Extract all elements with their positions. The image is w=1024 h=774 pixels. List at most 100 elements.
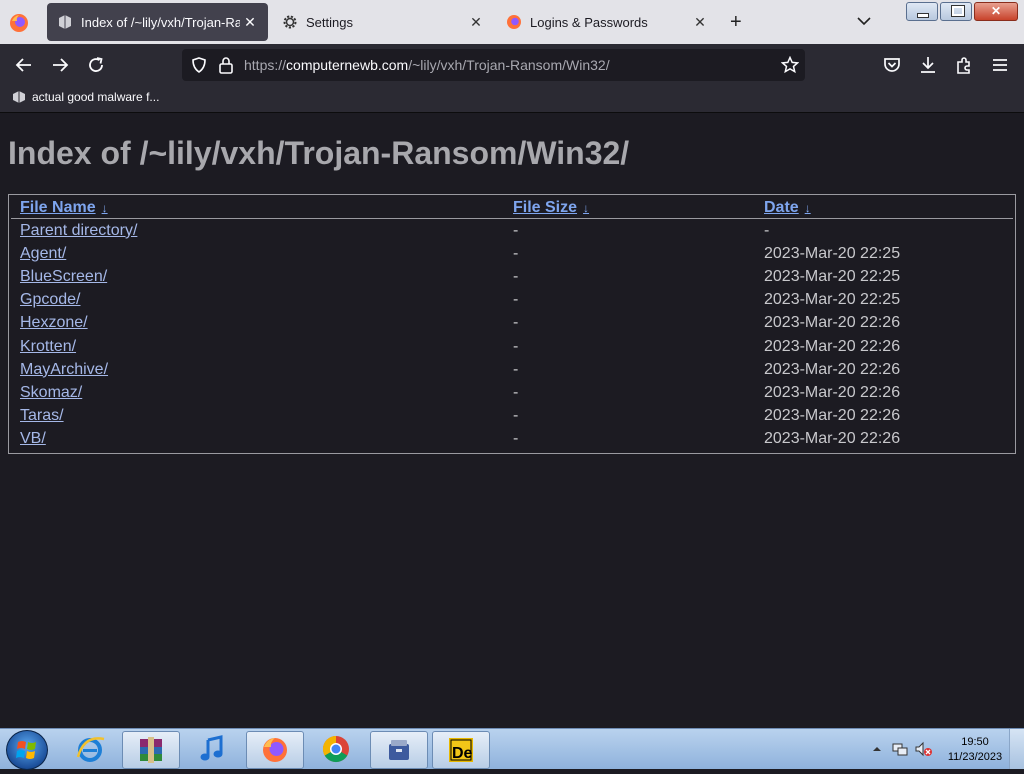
taskbar-firefox[interactable]	[246, 731, 304, 769]
file-date: 2023-Mar-20 22:25	[764, 291, 901, 309]
taskbar-itunes[interactable]	[184, 731, 240, 767]
lock-icon[interactable]	[218, 56, 234, 74]
navigation-toolbar: https://computernewb.com/~lily/vxh/Troja…	[0, 44, 1024, 86]
taskbar: De 19:50 11/23/2023	[0, 728, 1024, 770]
bookmark-star-icon[interactable]	[781, 56, 799, 74]
file-rows: Parent directory/ - - Agent/ - 2023-Mar-…	[11, 219, 1013, 451]
new-tab-button[interactable]: +	[730, 11, 742, 34]
directory-link[interactable]: Parent directory/	[20, 222, 137, 239]
sort-arrow-icon[interactable]: ↓	[102, 201, 108, 215]
clock[interactable]: 19:50 11/23/2023	[944, 735, 1006, 765]
directory-link[interactable]: Agent/	[20, 245, 66, 262]
forward-icon[interactable]	[50, 55, 70, 75]
file-date: 2023-Mar-20 22:26	[764, 407, 901, 425]
table-row: Hexzone/ - 2023-Mar-20 22:26	[11, 312, 1013, 335]
table-row: Parent directory/ - -	[11, 219, 1013, 243]
file-date: 2023-Mar-20 22:26	[764, 337, 901, 355]
taskbar-internet-explorer[interactable]	[62, 731, 118, 767]
file-size: -	[513, 267, 519, 285]
tab-title: Index of /~lily/vxh/Trojan-Rans	[81, 14, 240, 30]
file-size: -	[513, 430, 519, 448]
network-icon[interactable]	[890, 739, 910, 759]
window-controls: ✕	[906, 2, 1018, 21]
directory-link[interactable]: Taras/	[20, 407, 64, 424]
chrome-icon	[322, 735, 349, 763]
taskbar-archive-app[interactable]	[370, 731, 428, 769]
directory-link[interactable]: VB/	[20, 430, 46, 447]
file-table: File Name ↓ File Size ↓ Date ↓ Parent direc…	[11, 197, 1013, 451]
close-icon[interactable]: ✕	[240, 14, 260, 31]
directory-link[interactable]: Skomaz/	[20, 384, 82, 401]
taskbar-winrar[interactable]	[122, 731, 180, 769]
restore-button[interactable]	[940, 2, 972, 21]
sort-by-size-link[interactable]: File Size	[513, 199, 577, 216]
directory-listing: File Name ↓ File Size ↓ Date ↓ Parent direc…	[8, 194, 1016, 454]
table-row: Gpcode/ - 2023-Mar-20 22:25	[11, 289, 1013, 312]
table-header: File Name ↓ File Size ↓ Date ↓	[11, 197, 1013, 219]
file-date: 2023-Mar-20 22:26	[764, 430, 901, 448]
file-date: 2023-Mar-20 22:26	[764, 360, 901, 378]
taskbar-de-app[interactable]: De	[432, 731, 490, 769]
directory-link[interactable]: BlueScreen/	[20, 268, 107, 285]
windows-logo-icon	[16, 741, 36, 759]
sort-by-name-link[interactable]: File Name	[20, 199, 96, 216]
tab-title: Settings	[306, 14, 353, 30]
directory-link[interactable]: Hexzone/	[20, 314, 88, 331]
directory-link[interactable]: Gpcode/	[20, 291, 80, 308]
taskbar-chrome[interactable]	[308, 731, 364, 767]
chevron-up-icon[interactable]	[870, 742, 884, 756]
file-size: -	[513, 407, 519, 425]
system-tray	[870, 729, 934, 769]
page-content: Index of /~lily/vxh/Trojan-Ransom/Win32/…	[0, 113, 1024, 728]
pocket-icon[interactable]	[882, 55, 902, 75]
page-icon	[59, 15, 71, 29]
back-icon[interactable]	[14, 55, 34, 75]
winrar-icon	[140, 737, 162, 763]
file-size: -	[513, 314, 519, 332]
show-desktop-button[interactable]	[1009, 729, 1024, 769]
bookmark-item[interactable]: actual good malware f...	[12, 90, 159, 104]
sort-arrow-icon[interactable]: ↓	[583, 201, 589, 215]
gear-icon	[283, 15, 297, 29]
menu-icon[interactable]	[990, 55, 1010, 75]
file-date: -	[764, 221, 770, 239]
clock-time: 19:50	[961, 736, 989, 748]
chevron-down-icon[interactable]	[856, 13, 872, 29]
tab-settings[interactable]: Settings ✕	[272, 3, 494, 41]
directory-link[interactable]: Krotten/	[20, 338, 76, 355]
sort-arrow-icon[interactable]: ↓	[805, 201, 811, 215]
file-size: -	[513, 291, 519, 309]
url-text[interactable]: https://computernewb.com/~lily/vxh/Troja…	[244, 57, 610, 73]
archive-icon	[389, 740, 409, 760]
file-date: 2023-Mar-20 22:25	[764, 267, 901, 285]
tab-index[interactable]: Index of /~lily/vxh/Trojan-Rans ✕	[47, 3, 268, 41]
shield-icon[interactable]	[190, 56, 208, 74]
close-icon[interactable]: ✕	[690, 14, 710, 31]
tab-logins[interactable]: Logins & Passwords ✕	[496, 3, 718, 41]
svg-text:De: De	[452, 745, 473, 762]
bookmarks-toolbar: actual good malware f...	[0, 86, 1024, 113]
firefox-icon[interactable]	[8, 12, 30, 34]
file-date: 2023-Mar-20 22:26	[764, 383, 901, 401]
address-bar[interactable]: https://computernewb.com/~lily/vxh/Troja…	[182, 49, 805, 81]
table-row: Skomaz/ - 2023-Mar-20 22:26	[11, 381, 1013, 404]
reload-icon[interactable]	[86, 55, 106, 75]
internet-explorer-icon	[76, 737, 105, 762]
close-icon[interactable]: ✕	[466, 14, 486, 31]
file-size: -	[513, 244, 519, 262]
table-row: Agent/ - 2023-Mar-20 22:25	[11, 242, 1013, 265]
downloads-icon[interactable]	[918, 55, 938, 75]
file-size: -	[513, 221, 519, 239]
file-size: -	[513, 360, 519, 378]
tab-title: Logins & Passwords	[530, 14, 648, 30]
start-button[interactable]	[6, 730, 48, 770]
extensions-icon[interactable]	[954, 55, 974, 75]
minimize-button[interactable]	[906, 2, 938, 21]
volume-muted-icon[interactable]	[914, 739, 934, 759]
page-title: Index of /~lily/vxh/Trojan-Ransom/Win32/	[8, 135, 630, 171]
column-date: Date ↓	[764, 197, 1013, 219]
clock-date: 11/23/2023	[947, 751, 1003, 763]
close-window-button[interactable]: ✕	[974, 2, 1018, 21]
directory-link[interactable]: MayArchive/	[20, 361, 108, 378]
sort-by-date-link[interactable]: Date	[764, 199, 799, 216]
